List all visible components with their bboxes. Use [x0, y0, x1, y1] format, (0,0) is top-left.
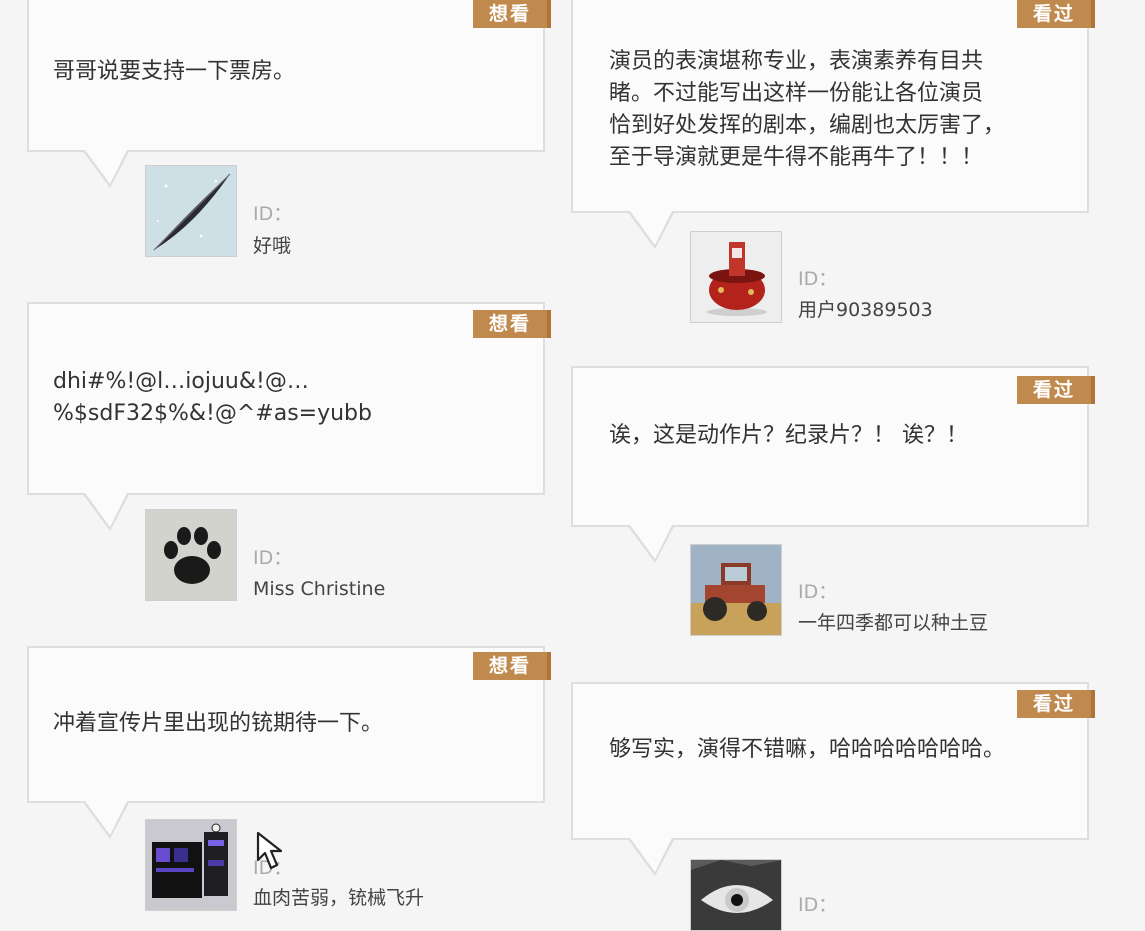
speech-tail-inner — [85, 150, 127, 184]
comment-card: 看过 够写实，演得不错嘛，哈哈哈哈哈哈哈。 — [571, 682, 1095, 840]
watched-badge: 看过 — [1017, 690, 1095, 718]
comment-text: 诶，这是动作片？纪录片？！ 诶？！ — [609, 423, 968, 448]
want-to-watch-badge: 想看 — [473, 652, 551, 680]
speech-tail-inner — [630, 211, 672, 245]
id-label: ID： — [798, 894, 838, 916]
avatar[interactable] — [145, 819, 237, 911]
want-to-watch-badge: 想看 — [473, 310, 551, 338]
comment-text: 哥哥说要支持一下票房。 — [53, 59, 296, 84]
user-name[interactable]: 一年四季都可以种土豆 — [798, 611, 988, 635]
user-name[interactable]: 血肉苦弱，铳械飞升 — [253, 886, 424, 910]
paw-print-avatar — [146, 510, 236, 600]
speech-tail-inner — [630, 838, 672, 872]
machine-avatar — [146, 820, 236, 910]
mouse-cursor-icon — [256, 831, 283, 870]
speech-tail-inner — [85, 493, 127, 527]
avatar[interactable] — [690, 544, 782, 636]
comment-card: 想看 哥哥说要支持一下票房。 — [27, 0, 551, 152]
wolf-eye-avatar — [691, 860, 781, 930]
avatar[interactable] — [145, 509, 237, 601]
feather-avatar — [146, 166, 236, 256]
avatar[interactable] — [690, 859, 782, 931]
comment-card: 想看 dhi#%!@l…iojuu&!@… %$sdF32$%&!@^#as=y… — [27, 302, 551, 495]
user-name[interactable]: 用户90389503 — [798, 298, 933, 322]
user-name[interactable]: 好哦 — [253, 234, 291, 258]
id-label: ID： — [798, 581, 838, 603]
id-label: ID： — [798, 268, 838, 290]
comment-text: 冲着宣传片里出现的铳期待一下。 — [53, 711, 384, 736]
watched-badge: 看过 — [1017, 376, 1095, 404]
avatar[interactable] — [145, 165, 237, 257]
hotpot-avatar — [691, 232, 781, 322]
tractor-avatar — [691, 545, 781, 635]
user-name[interactable]: Miss Christine — [253, 577, 385, 601]
comment-card: 看过 演员的表演堪称专业，表演素养有目共 睹。不过能写出这样一份能让各位演员 恰… — [571, 0, 1095, 213]
comment-text: 演员的表演堪称专业，表演素养有目共 睹。不过能写出这样一份能让各位演员 恰到好处… — [609, 49, 1006, 170]
id-label: ID： — [253, 547, 293, 569]
comment-card: 看过 诶，这是动作片？纪录片？！ 诶？！ — [571, 366, 1095, 527]
avatar[interactable] — [690, 231, 782, 323]
comment-text: 够写实，演得不错嘛，哈哈哈哈哈哈哈。 — [609, 737, 1006, 762]
comment-text: dhi#%!@l…iojuu&!@… %$sdF32$%&!@^#as=yubb — [53, 369, 372, 426]
speech-tail-inner — [85, 801, 127, 835]
comment-card: 想看 冲着宣传片里出现的铳期待一下。 — [27, 646, 551, 803]
speech-tail-inner — [630, 525, 672, 559]
want-to-watch-badge: 想看 — [473, 0, 551, 28]
watched-badge: 看过 — [1017, 0, 1095, 28]
id-label: ID： — [253, 203, 293, 225]
